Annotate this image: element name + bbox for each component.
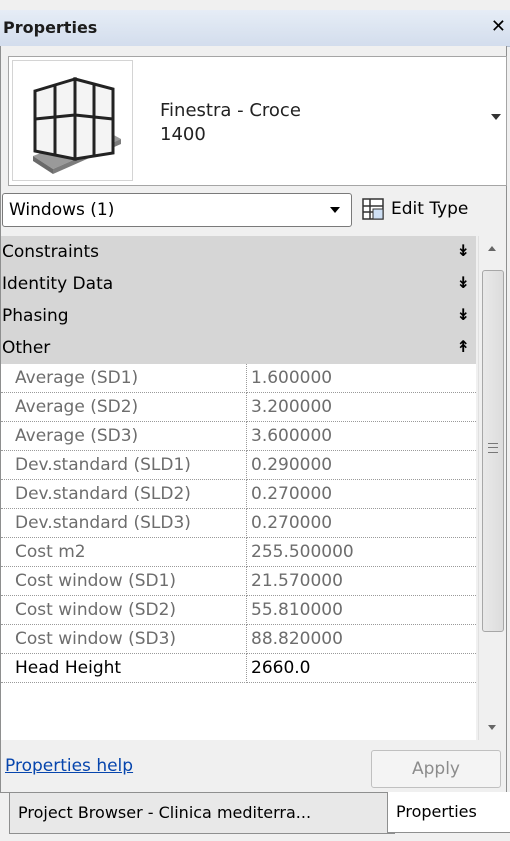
tab-project-browser[interactable]: Project Browser - Clinica mediterra... — [9, 792, 395, 834]
property-value[interactable]: 0.270000 — [247, 509, 476, 538]
title-bar: Properties ✕ — [0, 10, 510, 47]
property-value[interactable]: 255.500000 — [247, 538, 476, 567]
property-row[interactable]: Average (SD2) 3.200000 — [1, 393, 476, 422]
instance-filter-dropdown[interactable]: Windows (1) — [2, 193, 352, 227]
group-label: Phasing — [2, 306, 69, 326]
property-name: Dev.standard (SLD1) — [1, 451, 247, 480]
property-value[interactable]: 0.270000 — [247, 480, 476, 509]
property-name: Cost window (SD1) — [1, 567, 247, 596]
type-name: Finestra - Croce 1400 — [160, 99, 301, 147]
chevron-down-icon — [330, 207, 340, 213]
property-row[interactable]: Cost window (SD2) 55.810000 — [1, 596, 476, 625]
property-grid: Constraints ↡ Identity Data ↡ Phasing ↡ … — [1, 236, 476, 740]
properties-help-link[interactable]: Properties help — [5, 756, 133, 776]
palette-footer: Properties help Apply — [1, 746, 506, 792]
property-name: Dev.standard (SLD3) — [1, 509, 247, 538]
property-value[interactable]: 88.820000 — [247, 625, 476, 654]
property-value[interactable]: 3.200000 — [247, 393, 476, 422]
property-value[interactable]: 1.600000 — [247, 364, 476, 393]
property-value[interactable]: 0.290000 — [247, 451, 476, 480]
collapse-icon: ↟ — [456, 337, 470, 356]
property-row[interactable]: Dev.standard (SLD2) 0.270000 — [1, 480, 476, 509]
group-label: Constraints — [2, 242, 99, 262]
type-size-label: 1400 — [160, 124, 206, 145]
property-row[interactable]: Cost m2 255.500000 — [1, 538, 476, 567]
edit-type-icon — [362, 198, 384, 220]
type-family-label: Finestra - Croce — [160, 100, 301, 121]
type-selector[interactable]: Finestra - Croce 1400 — [8, 56, 507, 186]
palette-tabs: Project Browser - Clinica mediterra... P… — [0, 792, 510, 834]
property-name: Cost window (SD2) — [1, 596, 247, 625]
expand-icon: ↡ — [456, 305, 470, 324]
property-value[interactable]: 21.570000 — [247, 567, 476, 596]
property-name: Average (SD2) — [1, 393, 247, 422]
expand-icon: ↡ — [456, 241, 470, 260]
property-name: Head Height — [1, 654, 247, 683]
grip-icon — [488, 443, 498, 453]
property-row[interactable]: Average (SD3) 3.600000 — [1, 422, 476, 451]
palette-body: Finestra - Croce 1400 Windows (1) Edit T… — [0, 46, 507, 793]
apply-button[interactable]: Apply — [371, 750, 501, 788]
property-value[interactable]: 2660.0 — [247, 654, 476, 683]
properties-palette: Properties ✕ Finestra - Croce 1400 Windo… — [0, 0, 510, 841]
group-constraints[interactable]: Constraints ↡ — [1, 236, 476, 268]
property-name: Average (SD3) — [1, 422, 247, 451]
vertical-scrollbar[interactable] — [478, 236, 506, 740]
edit-type-label: Edit Type — [391, 199, 469, 219]
property-value[interactable]: 3.600000 — [247, 422, 476, 451]
property-row-head-height[interactable]: Head Height 2660.0 — [1, 654, 476, 683]
tab-properties[interactable]: Properties — [387, 792, 510, 833]
property-name: Average (SD1) — [1, 364, 247, 393]
property-row[interactable]: Dev.standard (SLD3) 0.270000 — [1, 509, 476, 538]
window-thumbnail-icon — [12, 60, 133, 181]
scroll-down-icon[interactable] — [488, 725, 496, 730]
group-label: Other — [2, 338, 51, 358]
close-icon[interactable]: ✕ — [491, 16, 506, 37]
property-name: Cost window (SD3) — [1, 625, 247, 654]
palette-title: Properties — [3, 18, 98, 37]
chevron-down-icon[interactable] — [491, 114, 501, 120]
property-row[interactable]: Dev.standard (SLD1) 0.290000 — [1, 451, 476, 480]
property-row[interactable]: Cost window (SD1) 21.570000 — [1, 567, 476, 596]
property-name: Cost m2 — [1, 538, 247, 567]
group-label: Identity Data — [2, 274, 114, 294]
scroll-up-icon[interactable] — [488, 246, 496, 251]
property-row[interactable]: Average (SD1) 1.600000 — [1, 364, 476, 393]
group-phasing[interactable]: Phasing ↡ — [1, 300, 476, 332]
expand-icon: ↡ — [456, 273, 470, 292]
property-row[interactable]: Cost window (SD3) 88.820000 — [1, 625, 476, 654]
group-other[interactable]: Other ↟ — [1, 332, 476, 364]
scrollbar-thumb[interactable] — [482, 270, 504, 632]
property-value[interactable]: 55.810000 — [247, 596, 476, 625]
instance-filter-value: Windows (1) — [9, 200, 115, 220]
property-name: Dev.standard (SLD2) — [1, 480, 247, 509]
group-identity-data[interactable]: Identity Data ↡ — [1, 268, 476, 300]
